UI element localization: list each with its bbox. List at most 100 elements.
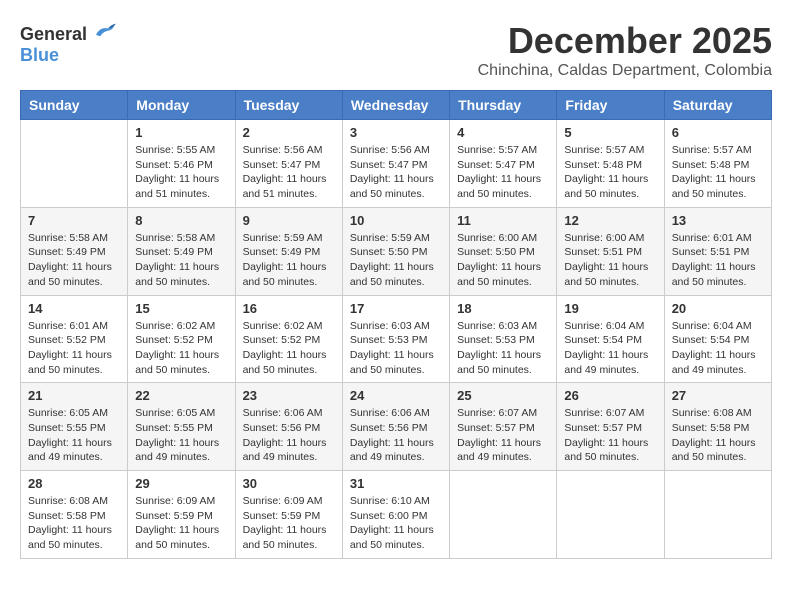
day-info: Sunrise: 6:06 AMSunset: 5:56 PMDaylight:…	[350, 406, 442, 465]
day-number: 11	[457, 213, 549, 228]
day-info: Sunrise: 5:58 AMSunset: 5:49 PMDaylight:…	[135, 231, 227, 290]
calendar-cell: 3 Sunrise: 5:56 AMSunset: 5:47 PMDaylight…	[342, 120, 449, 208]
day-number: 3	[350, 125, 442, 140]
calendar-cell: 6 Sunrise: 5:57 AMSunset: 5:48 PMDaylight…	[664, 120, 771, 208]
day-number: 19	[564, 301, 656, 316]
weekday-header-thursday: Thursday	[450, 91, 557, 120]
calendar-cell: 26Sunrise: 6:07 AMSunset: 5:57 PMDayligh…	[557, 383, 664, 471]
calendar-week-row: 7 Sunrise: 5:58 AMSunset: 5:49 PMDaylight…	[21, 207, 772, 295]
day-number: 14	[28, 301, 120, 316]
calendar-cell: 18Sunrise: 6:03 AMSunset: 5:53 PMDayligh…	[450, 295, 557, 383]
calendar-cell: 11 Sunrise: 6:00 AMSunset: 5:50 PMDayligh…	[450, 207, 557, 295]
main-title: December 2025	[478, 20, 772, 62]
calendar-week-row: 14Sunrise: 6:01 AMSunset: 5:52 PMDayligh…	[21, 295, 772, 383]
day-number: 8	[135, 213, 227, 228]
day-info: Sunrise: 5:58 AMSunset: 5:49 PMDaylight:…	[28, 231, 120, 290]
day-number: 20	[672, 301, 764, 316]
calendar-cell: 16 Sunrise: 6:02 AMSunset: 5:52 PMDayligh…	[235, 295, 342, 383]
calendar-week-row: 28 Sunrise: 6:08 AMSunset: 5:58 PMDayligh…	[21, 471, 772, 559]
day-info: Sunrise: 6:09 AMSunset: 5:59 PMDaylight:…	[135, 494, 227, 553]
day-number: 12	[564, 213, 656, 228]
logo-blue: Blue	[20, 45, 59, 65]
day-number: 6	[672, 125, 764, 140]
weekday-header-tuesday: Tuesday	[235, 91, 342, 120]
weekday-header-sunday: Sunday	[21, 91, 128, 120]
day-info: Sunrise: 6:03 AMSunset: 5:53 PMDaylight:…	[350, 319, 442, 378]
day-number: 1	[135, 125, 227, 140]
day-number: 4	[457, 125, 549, 140]
day-number: 30	[243, 476, 335, 491]
day-info: Sunrise: 5:59 AMSunset: 5:50 PMDaylight:…	[350, 231, 442, 290]
calendar-cell: 31Sunrise: 6:10 AMSunset: 6:00 PMDayligh…	[342, 471, 449, 559]
logo-general: General	[20, 24, 87, 44]
day-number: 27	[672, 388, 764, 403]
weekday-header-monday: Monday	[128, 91, 235, 120]
day-info: Sunrise: 5:57 AMSunset: 5:48 PMDaylight:…	[672, 143, 764, 202]
day-info: Sunrise: 6:07 AMSunset: 5:57 PMDaylight:…	[457, 406, 549, 465]
calendar-cell: 10 Sunrise: 5:59 AMSunset: 5:50 PMDayligh…	[342, 207, 449, 295]
calendar-cell: 13Sunrise: 6:01 AMSunset: 5:51 PMDayligh…	[664, 207, 771, 295]
day-number: 2	[243, 125, 335, 140]
calendar-cell: 24 Sunrise: 6:06 AMSunset: 5:56 PMDayligh…	[342, 383, 449, 471]
day-info: Sunrise: 5:56 AMSunset: 5:47 PMDaylight:…	[243, 143, 335, 202]
calendar-cell: 17 Sunrise: 6:03 AMSunset: 5:53 PMDayligh…	[342, 295, 449, 383]
logo: General Blue	[20, 20, 116, 66]
calendar-cell: 19 Sunrise: 6:04 AMSunset: 5:54 PMDayligh…	[557, 295, 664, 383]
calendar-cell: 20Sunrise: 6:04 AMSunset: 5:54 PMDayligh…	[664, 295, 771, 383]
day-number: 28	[28, 476, 120, 491]
day-number: 21	[28, 388, 120, 403]
day-number: 7	[28, 213, 120, 228]
day-number: 29	[135, 476, 227, 491]
calendar-cell: 23 Sunrise: 6:06 AMSunset: 5:56 PMDayligh…	[235, 383, 342, 471]
calendar-week-row: 1 Sunrise: 5:55 AMSunset: 5:46 PMDaylight…	[21, 120, 772, 208]
calendar-cell: 7 Sunrise: 5:58 AMSunset: 5:49 PMDaylight…	[21, 207, 128, 295]
day-number: 23	[243, 388, 335, 403]
day-info: Sunrise: 5:57 AMSunset: 5:47 PMDaylight:…	[457, 143, 549, 202]
day-number: 25	[457, 388, 549, 403]
calendar-cell	[664, 471, 771, 559]
calendar-cell: 15Sunrise: 6:02 AMSunset: 5:52 PMDayligh…	[128, 295, 235, 383]
day-info: Sunrise: 6:04 AMSunset: 5:54 PMDaylight:…	[564, 319, 656, 378]
day-info: Sunrise: 5:59 AMSunset: 5:49 PMDaylight:…	[243, 231, 335, 290]
day-info: Sunrise: 5:56 AMSunset: 5:47 PMDaylight:…	[350, 143, 442, 202]
day-number: 9	[243, 213, 335, 228]
day-info: Sunrise: 6:05 AMSunset: 5:55 PMDaylight:…	[28, 406, 120, 465]
calendar-cell: 12 Sunrise: 6:00 AMSunset: 5:51 PMDayligh…	[557, 207, 664, 295]
day-info: Sunrise: 6:00 AMSunset: 5:51 PMDaylight:…	[564, 231, 656, 290]
weekday-header-friday: Friday	[557, 91, 664, 120]
calendar-cell: 22Sunrise: 6:05 AMSunset: 5:55 PMDayligh…	[128, 383, 235, 471]
calendar-cell: 5 Sunrise: 5:57 AMSunset: 5:48 PMDaylight…	[557, 120, 664, 208]
day-info: Sunrise: 6:00 AMSunset: 5:50 PMDaylight:…	[457, 231, 549, 290]
calendar-cell: 1 Sunrise: 5:55 AMSunset: 5:46 PMDaylight…	[128, 120, 235, 208]
day-number: 10	[350, 213, 442, 228]
page-header: General Blue December 2025 Chinchina, Ca…	[20, 20, 772, 80]
day-number: 18	[457, 301, 549, 316]
day-info: Sunrise: 5:55 AMSunset: 5:46 PMDaylight:…	[135, 143, 227, 202]
day-number: 24	[350, 388, 442, 403]
calendar-cell: 25 Sunrise: 6:07 AMSunset: 5:57 PMDayligh…	[450, 383, 557, 471]
weekday-header-wednesday: Wednesday	[342, 91, 449, 120]
calendar-cell: 21 Sunrise: 6:05 AMSunset: 5:55 PMDayligh…	[21, 383, 128, 471]
calendar-cell: 29 Sunrise: 6:09 AMSunset: 5:59 PMDayligh…	[128, 471, 235, 559]
calendar-header-row: SundayMondayTuesdayWednesdayThursdayFrid…	[21, 91, 772, 120]
day-info: Sunrise: 6:02 AMSunset: 5:52 PMDaylight:…	[135, 319, 227, 378]
day-number: 17	[350, 301, 442, 316]
day-info: Sunrise: 6:06 AMSunset: 5:56 PMDaylight:…	[243, 406, 335, 465]
calendar-cell: 27 Sunrise: 6:08 AMSunset: 5:58 PMDayligh…	[664, 383, 771, 471]
calendar-cell: 30 Sunrise: 6:09 AMSunset: 5:59 PMDayligh…	[235, 471, 342, 559]
calendar-week-row: 21 Sunrise: 6:05 AMSunset: 5:55 PMDayligh…	[21, 383, 772, 471]
day-number: 5	[564, 125, 656, 140]
day-info: Sunrise: 6:10 AMSunset: 6:00 PMDaylight:…	[350, 494, 442, 553]
title-area: December 2025 Chinchina, Caldas Departme…	[478, 20, 772, 80]
day-info: Sunrise: 6:08 AMSunset: 5:58 PMDaylight:…	[672, 406, 764, 465]
calendar-cell: 4 Sunrise: 5:57 AMSunset: 5:47 PMDaylight…	[450, 120, 557, 208]
day-number: 22	[135, 388, 227, 403]
calendar-cell	[557, 471, 664, 559]
day-number: 16	[243, 301, 335, 316]
day-info: Sunrise: 6:08 AMSunset: 5:58 PMDaylight:…	[28, 494, 120, 553]
calendar-cell	[450, 471, 557, 559]
day-info: Sunrise: 6:09 AMSunset: 5:59 PMDaylight:…	[243, 494, 335, 553]
day-info: Sunrise: 5:57 AMSunset: 5:48 PMDaylight:…	[564, 143, 656, 202]
logo-text: General Blue	[20, 20, 116, 66]
day-info: Sunrise: 6:02 AMSunset: 5:52 PMDaylight:…	[243, 319, 335, 378]
